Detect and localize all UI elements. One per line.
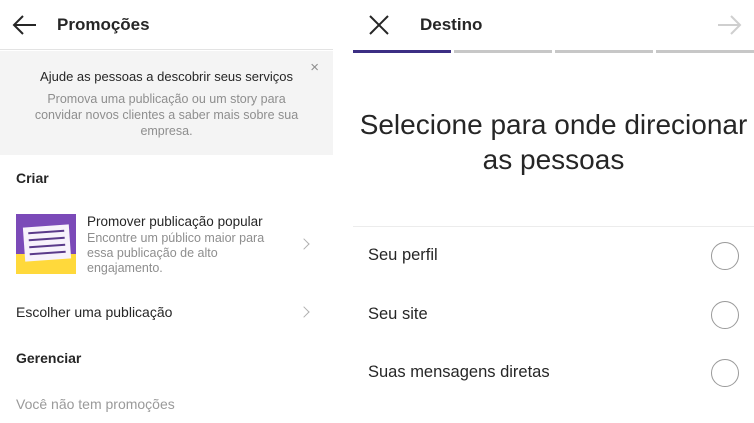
radio-button[interactable]: [711, 242, 739, 270]
banner-title: Ajude as pessoas a descobrir seus serviç…: [40, 69, 293, 84]
choose-post-label: Escolher uma publicação: [16, 304, 173, 320]
choose-post-item[interactable]: Escolher uma publicação: [0, 296, 333, 328]
progress-step: [353, 50, 451, 53]
step-progress-bar: [353, 50, 754, 54]
destination-screen: Destino Selecione para onde direcionar a…: [353, 0, 754, 423]
promo-tip-banner: × Ajude as pessoas a descobrir seus serv…: [0, 51, 333, 155]
progress-step: [454, 50, 552, 53]
promote-popular-desc: Encontre um público maior para essa publ…: [87, 231, 265, 275]
banner-text: Promova uma publicação ou um story para …: [34, 92, 299, 138]
destination-header: Destino: [353, 0, 754, 50]
radio-button[interactable]: [711, 359, 739, 387]
page-title: Destino: [420, 15, 483, 34]
next-arrow-icon[interactable]: [716, 14, 742, 36]
thumbnail-card: [22, 224, 72, 262]
back-arrow-icon[interactable]: [12, 14, 38, 36]
chevron-right-icon: [298, 306, 310, 318]
option-website[interactable]: Seu site: [353, 289, 754, 339]
promote-popular-title: Promover publicação popular: [87, 214, 263, 229]
divider: [353, 226, 754, 227]
promote-popular-post-item[interactable]: Promover publicação popular Encontre um …: [0, 205, 333, 287]
progress-step: [656, 50, 754, 53]
option-profile[interactable]: Seu perfil: [353, 230, 754, 280]
radio-button[interactable]: [711, 301, 739, 329]
manage-section-title: Gerenciar: [16, 350, 82, 366]
empty-state-text: Você não tem promoções: [16, 396, 175, 412]
option-label: Seu perfil: [368, 246, 438, 264]
option-label: Seu site: [368, 305, 428, 323]
progress-step: [555, 50, 653, 53]
option-label: Suas mensagens diretas: [368, 363, 550, 381]
panel-gutter: [333, 0, 353, 423]
chevron-right-icon: [298, 238, 310, 250]
post-thumbnail: [16, 214, 76, 274]
option-direct-messages[interactable]: Suas mensagens diretas: [353, 347, 754, 397]
destination-headline: Selecione para onde direcionar as pessoa…: [359, 109, 748, 175]
promotions-screen: Promoções × Ajude as pessoas a descobrir…: [0, 0, 333, 423]
create-section-title: Criar: [16, 170, 49, 186]
close-icon[interactable]: [368, 14, 390, 36]
promotions-header: Promoções: [0, 0, 333, 50]
page-title: Promoções: [57, 15, 150, 34]
